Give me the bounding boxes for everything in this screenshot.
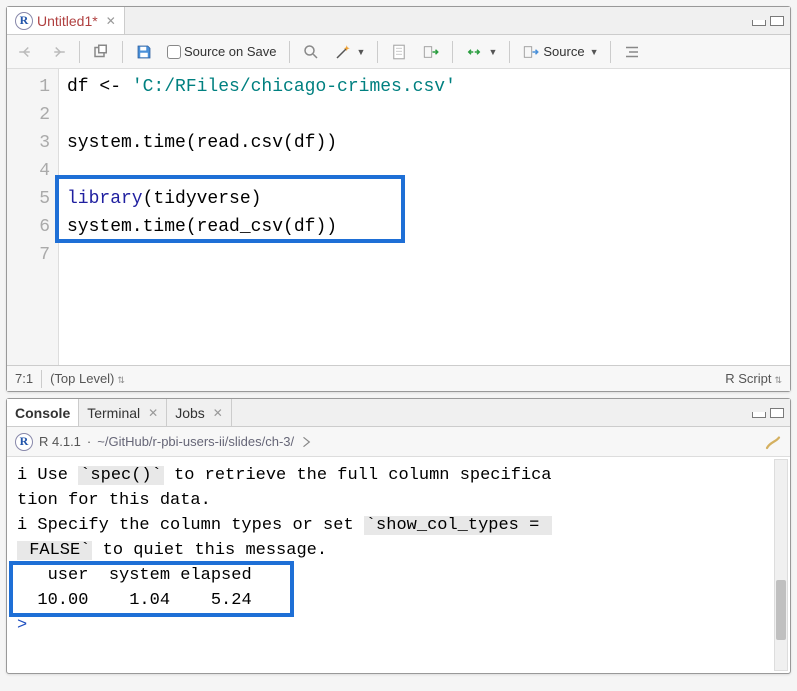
console-text: 10.00 1.04 5.24 — [17, 591, 262, 610]
chevron-down-icon: ▼ — [590, 47, 599, 57]
arrow-right-icon — [49, 43, 67, 61]
wand-icon — [334, 43, 352, 61]
checkbox-icon — [167, 45, 181, 59]
source-on-save-label: Source on Save — [184, 44, 277, 59]
back-button[interactable] — [13, 41, 39, 63]
language-selector[interactable]: R Script⇅ — [725, 371, 782, 386]
console-text: user system elapsed — [17, 566, 262, 585]
console-output[interactable]: i Use `spec()` to retrieve the full colu… — [7, 457, 790, 673]
maximize-pane-icon[interactable] — [770, 408, 784, 418]
code-text: (tidyverse) — [143, 189, 262, 209]
scope-selector[interactable]: (Top Level)⇅ — [50, 371, 125, 386]
save-icon — [135, 43, 153, 61]
updown-icon: ⇅ — [117, 375, 125, 385]
save-button[interactable] — [131, 41, 157, 63]
minimize-pane-icon[interactable] — [752, 20, 766, 26]
r-logo-icon: R — [15, 433, 33, 451]
scroll-thumb[interactable] — [776, 580, 786, 640]
source-button-label: Source — [543, 44, 584, 59]
cursor-position: 7:1 — [15, 371, 33, 386]
console-pane: Console Terminal ✕ Jobs ✕ R R 4.1.1 · ~/… — [6, 398, 791, 674]
working-dir[interactable]: ~/GitHub/r-pbi-users-ii/slides/ch-3/ — [97, 434, 294, 449]
editor-pane: R Untitled1* ✕ Source on Save — [6, 6, 791, 392]
notebook-icon — [390, 43, 408, 61]
code-keyword: library — [67, 189, 143, 209]
editor-statusbar: 7:1 (Top Level)⇅ R Script⇅ — [7, 365, 790, 391]
search-icon — [302, 43, 320, 61]
console-text: i Specify the column types or set — [17, 516, 364, 535]
outline-icon — [623, 43, 641, 61]
run-button[interactable] — [418, 41, 444, 63]
console-text: tion for this data. — [17, 491, 211, 510]
code-string: 'C:/RFiles/chicago-crimes.csv' — [132, 77, 456, 97]
console-code: FALSE` — [17, 541, 92, 560]
console-text: to retrieve the full column specifica — [164, 466, 552, 485]
close-tab-icon[interactable]: ✕ — [148, 406, 158, 420]
line-number: 6 — [11, 213, 50, 241]
file-tab[interactable]: R Untitled1* ✕ — [7, 7, 125, 34]
console-tabs: Console Terminal ✕ Jobs ✕ — [7, 399, 790, 427]
goto-dir-icon[interactable] — [300, 435, 314, 449]
run-icon — [422, 43, 440, 61]
scrollbar[interactable] — [774, 459, 788, 671]
tab-jobs-label: Jobs — [175, 405, 205, 421]
file-tab-label: Untitled1* — [37, 13, 98, 29]
minimize-pane-icon[interactable] — [752, 412, 766, 418]
editor-toolbar: Source on Save ▼ ▼ Source ▼ — [7, 35, 790, 69]
code-tools-button[interactable]: ▼ — [330, 41, 370, 63]
maximize-pane-icon[interactable] — [770, 16, 784, 26]
r-version-label: R 4.1.1 — [39, 434, 81, 449]
close-tab-icon[interactable]: ✕ — [106, 14, 116, 28]
line-number: 4 — [11, 157, 50, 185]
console-header: R R 4.1.1 · ~/GitHub/r-pbi-users-ii/slid… — [7, 427, 790, 457]
clear-console-icon[interactable] — [764, 433, 782, 451]
rerun-button[interactable]: ▼ — [461, 41, 501, 63]
tab-terminal-label: Terminal — [87, 405, 140, 421]
compile-report-button[interactable] — [386, 41, 412, 63]
console-code: `show_col_types = — [364, 516, 552, 535]
show-in-new-window-button[interactable] — [88, 41, 114, 63]
updown-icon: ⇅ — [774, 375, 782, 385]
rerun-icon — [465, 43, 483, 61]
outline-button[interactable] — [619, 41, 645, 63]
popout-icon — [92, 43, 110, 61]
tab-console-label: Console — [15, 405, 70, 421]
code-text: df <- — [67, 77, 132, 97]
line-number: 2 — [11, 101, 50, 129]
find-button[interactable] — [298, 41, 324, 63]
console-text: i Use — [17, 466, 78, 485]
source-icon — [522, 43, 540, 61]
console-prompt: > — [17, 616, 27, 635]
forward-button[interactable] — [45, 41, 71, 63]
line-number: 3 — [11, 129, 50, 157]
code-body[interactable]: df <- 'C:/RFiles/chicago-crimes.csv' sys… — [59, 69, 790, 365]
arrow-left-icon — [17, 43, 35, 61]
line-number: 7 — [11, 241, 50, 269]
source-on-save-checkbox[interactable]: Source on Save — [163, 42, 281, 61]
chevron-down-icon: ▼ — [357, 47, 366, 57]
tab-terminal[interactable]: Terminal ✕ — [79, 399, 167, 426]
line-number: 1 — [11, 73, 50, 101]
line-gutter: 1 2 3 4 5 6 7 — [7, 69, 59, 365]
code-editor[interactable]: 1 2 3 4 5 6 7 df <- 'C:/RFiles/chicago-c… — [7, 69, 790, 365]
tab-jobs[interactable]: Jobs ✕ — [167, 399, 232, 426]
separator-dot: · — [87, 434, 91, 449]
tab-console[interactable]: Console — [7, 399, 79, 426]
chevron-down-icon: ▼ — [488, 47, 497, 57]
console-code: `spec()` — [78, 466, 164, 485]
code-text: system.time(read_csv(df)) — [67, 217, 337, 237]
code-text: system.time(read.csv(df)) — [67, 133, 337, 153]
source-button[interactable]: Source ▼ — [518, 41, 602, 63]
close-tab-icon[interactable]: ✕ — [213, 406, 223, 420]
line-number: 5 — [11, 185, 50, 213]
editor-tabs: R Untitled1* ✕ — [7, 7, 790, 35]
r-file-icon: R — [15, 12, 33, 30]
console-text: to quiet this message. — [92, 541, 327, 560]
